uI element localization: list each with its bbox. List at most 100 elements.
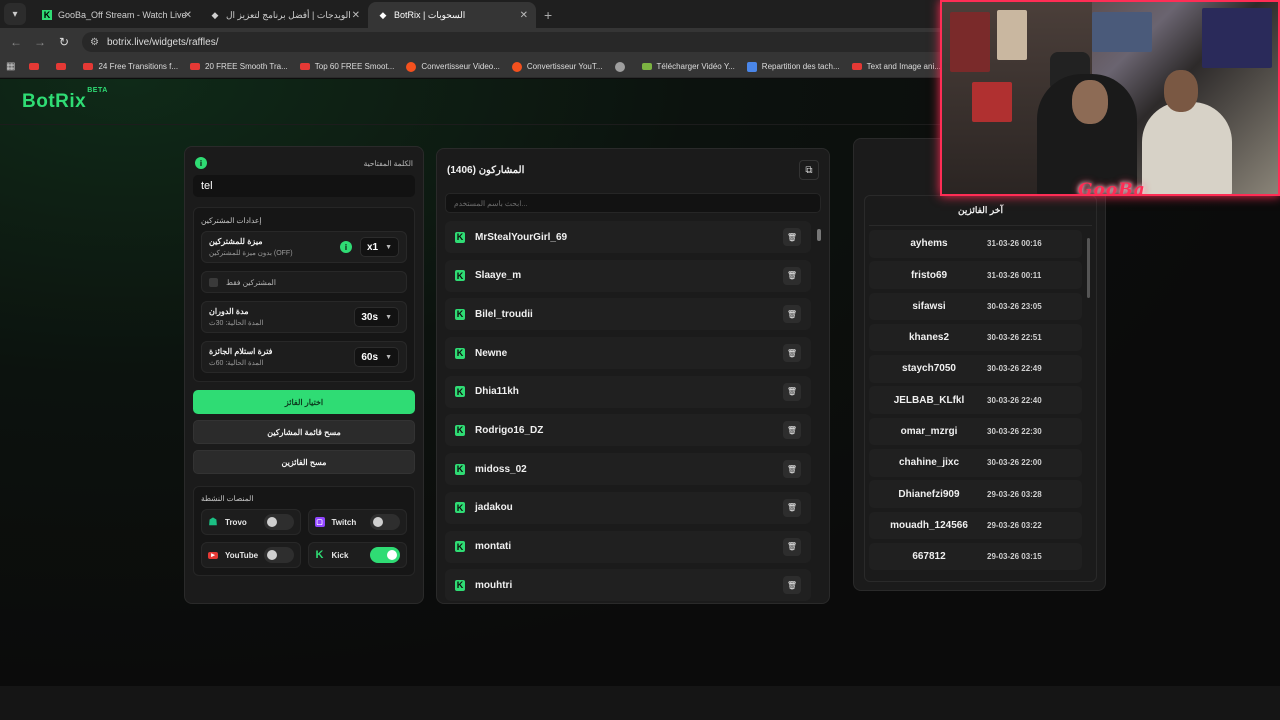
subscriber-settings: إعدادات المشتركين ميزة للمشتركين بدون مي… [193, 207, 415, 382]
participant-row: Kjadakou 🗑 [445, 491, 811, 524]
delete-icon[interactable]: 🗑 [783, 537, 801, 556]
browser-tab[interactable]: K GooBa_Off Stream - Watch Live ✕ [32, 2, 200, 28]
docs-icon [746, 61, 757, 72]
trovo-icon: ☗ [208, 516, 218, 528]
poster-image [972, 82, 1012, 122]
platform-kick: K Kick [307, 542, 407, 568]
guest-figure [1142, 102, 1232, 194]
winner-row: fristo69 31-03-26 00:11 [869, 261, 1082, 289]
bookmark-item[interactable] [56, 63, 71, 70]
poster-image [1202, 8, 1272, 68]
info-icon[interactable]: i [195, 157, 207, 169]
copy-icon[interactable]: ⧉ [799, 160, 819, 180]
chevron-down-icon: ▼ [385, 353, 392, 361]
globe-icon [614, 61, 625, 72]
browser-tab-active[interactable]: ◆ BotRix | السحوبات ✕ [368, 2, 536, 28]
kick-icon: K [455, 463, 465, 475]
bookmark-item[interactable]: 20 FREE Smooth Tra... [190, 62, 288, 71]
apps-grid-icon[interactable]: ▦ [6, 61, 15, 72]
close-tab-icon[interactable]: ✕ [520, 10, 528, 21]
bookmark-item[interactable]: Repartition des tach... [746, 61, 840, 72]
youtube-icon [56, 63, 67, 70]
url-text: botrix.live/widgets/raffles/ [106, 36, 219, 48]
close-tab-icon[interactable]: ✕ [184, 10, 192, 21]
delete-icon[interactable]: 🗑 [783, 266, 801, 285]
tab-title: الويدجات | أفضل برنامج لتعزيز ال [226, 9, 351, 20]
keyword-header: i الكلمة المفتاحية [193, 155, 415, 171]
botrix-favicon-icon: ◆ [211, 9, 219, 20]
claim-period-select[interactable]: 60s ▼ [354, 347, 399, 367]
subs-only-row[interactable]: المشتركين فقط [201, 271, 407, 293]
youtube-icon [190, 63, 201, 70]
claim-period-row: فترة استلام الجائزة المدة الحالية: 60ث 6… [201, 341, 407, 373]
webcam-overlay: GooBa [940, 0, 1280, 196]
participant-row: Kmouhtri 🗑 [445, 569, 811, 601]
clear-participants-button[interactable]: مسح قائمة المشاركين [193, 420, 415, 444]
poster-image [950, 12, 990, 72]
delete-icon[interactable]: 🗑 [783, 228, 801, 246]
keyword-input[interactable]: tel [193, 175, 415, 197]
new-tab-icon[interactable]: + [544, 7, 552, 23]
winner-row: sifawsi 30-03-26 23:05 [869, 292, 1082, 321]
multiplier-select[interactable]: x1 ▼ [359, 237, 399, 257]
close-tab-icon[interactable]: ✕ [352, 10, 360, 21]
browser-tab[interactable]: ◆ الويدجات | أفضل برنامج لتعزيز ال ✕ [200, 2, 368, 28]
participant-row: K Bilel_troudii 🗑 [445, 298, 811, 331]
botrix-logo[interactable]: BotRixBETA [22, 87, 108, 113]
participant-row: K Newne 🗑 [445, 337, 811, 370]
winner-row: khanes2 30-03-26 22:51 [869, 323, 1082, 352]
pick-winner-button[interactable]: اختيار الفائز [193, 390, 415, 414]
url-bar[interactable]: ⚙ botrix.live/widgets/raffles/ [82, 32, 962, 52]
delete-icon[interactable]: 🗑 [783, 421, 801, 440]
participant-row: K Slaaye_m 🗑 [445, 259, 811, 292]
winner-row: 667812 29-03-26 03:15 [869, 542, 1082, 571]
beta-badge: BETA [87, 86, 108, 94]
last-winners-panel: آخر الفائزين ayhems 31-03-26 00:16 fristo… [864, 195, 1097, 582]
reload-icon[interactable]: ↻ [52, 35, 76, 49]
back-icon[interactable]: ← [4, 35, 28, 49]
kick-icon: K [315, 549, 324, 561]
kick-toggle[interactable] [370, 547, 400, 563]
trovo-toggle[interactable] [263, 514, 294, 530]
bookmark-item[interactable] [614, 61, 630, 72]
sub-feature-row: ميزة للمشتركين بدون ميزة للمشتركين (OFF)… [201, 231, 407, 263]
delete-icon[interactable]: 🗑 [783, 305, 801, 324]
poster-image [1092, 12, 1152, 52]
chevron-down-icon: ▼ [385, 313, 392, 321]
youtube-icon [83, 63, 94, 70]
subs-only-checkbox[interactable] [209, 277, 218, 287]
youtube-toggle[interactable] [263, 547, 294, 563]
bookmark-item[interactable]: 24 Free Transitions f... [83, 62, 178, 71]
bookmark-item[interactable]: Convertisseur YouT... [511, 61, 603, 72]
participant-row: K Rodrigo16_DZ 🗑 [445, 414, 811, 447]
twitch-icon: ▢ [314, 517, 325, 527]
site-info-icon[interactable]: ⚙ [90, 37, 99, 48]
delete-icon[interactable]: 🗑 [783, 344, 801, 363]
bookmark-item[interactable]: Télécharger Vidéo Y... [641, 62, 735, 71]
spin-duration-select[interactable]: 30s ▼ [354, 307, 399, 327]
gooba-logo: GooBa [1078, 180, 1146, 196]
active-platforms: المنصات النشطة ☗ Trovo ▢ Twitch ▸ YouTub… [193, 486, 415, 576]
bookmark-item[interactable] [29, 63, 44, 70]
delete-icon[interactable]: 🗑 [783, 382, 801, 401]
raffle-settings-panel: i الكلمة المفتاحية tel إعدادات المشتركين… [184, 146, 424, 604]
bookmark-item[interactable]: Convertisseur Video... [406, 61, 500, 72]
winner-scrollbar[interactable] [1087, 230, 1090, 580]
kick-icon: K [455, 386, 465, 398]
delete-icon[interactable]: 🗑 [783, 576, 801, 595]
info-icon[interactable]: i [339, 241, 352, 253]
delete-icon[interactable]: 🗑 [783, 460, 801, 479]
kick-icon: K [455, 308, 465, 320]
bookmark-item[interactable]: Text and Image ani... [851, 62, 941, 71]
kick-icon: K [455, 231, 465, 243]
tab-search-button[interactable]: ▾ [4, 3, 26, 25]
winner-row: mouadh_124566 29-03-26 03:22 [869, 511, 1082, 540]
keyword-label: الكلمة المفتاحية [363, 158, 413, 168]
clear-winners-button[interactable]: مسح الفائزين [193, 450, 415, 474]
participant-search-input[interactable]: ابحث باسم المستخدم... [445, 193, 821, 213]
twitch-toggle[interactable] [370, 514, 400, 530]
participant-scrollbar[interactable] [817, 221, 821, 601]
forward-icon[interactable]: → [28, 35, 52, 49]
bookmark-item[interactable]: Top 60 FREE Smoot... [299, 62, 394, 71]
delete-icon[interactable]: 🗑 [783, 498, 801, 517]
